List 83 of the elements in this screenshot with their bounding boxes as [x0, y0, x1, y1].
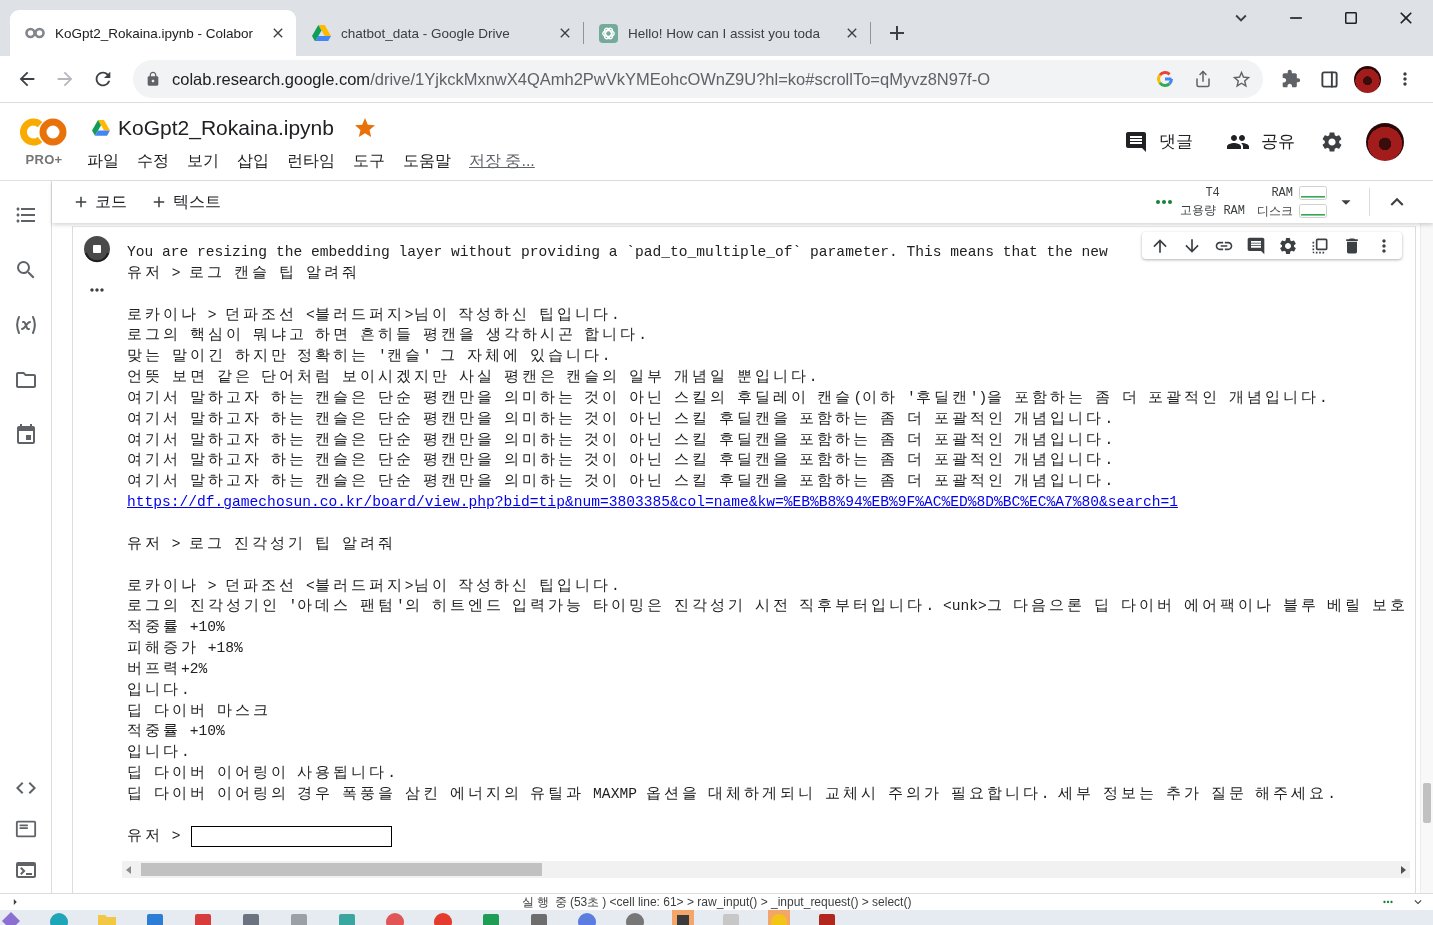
puzzle-icon[interactable]	[1281, 69, 1301, 89]
usage-graph-icon	[1299, 204, 1327, 218]
output-line: You are resizing the embedding layer without providing a `pad_to_multiple_of` parameter. This means that the new	[127, 243, 1108, 262]
app-icon[interactable]	[384, 910, 406, 925]
output-line: 언뜻 보면 같은 단어처럼 보이시겠지만 사실 평캔은 캔슬의 일부 개념일 뿐입니다.	[127, 368, 818, 388]
status-text: 실행 중(53초) <cell line: 61> > raw_input() > _input_request() > select()	[521, 894, 912, 910]
menu-item[interactable]: 수정	[137, 151, 169, 172]
g-logo-icon[interactable]	[1156, 70, 1174, 88]
knot-logo-icon	[599, 23, 618, 43]
browser-tab[interactable]: chatbot_data - Google Drive	[297, 10, 583, 56]
output-line: 딥 다이버 이어링의 경우 폭풍을 삼킨 에너지의 유틸과 MAXMP 옵션을 대체하게되니 교체시 주의가 필요합니다. 세부 정보는 추가 질문 해주세요.	[127, 784, 1337, 804]
horizontal-scrollbar[interactable]	[122, 861, 1410, 879]
memory-type-label[interactable]: 고용량 RAM	[1180, 202, 1245, 220]
output-line: 로그의 핵심이 뭐냐고 하면 흔히들 평캔을 생각하시곤 합니다.	[127, 326, 648, 346]
side-panel-icon[interactable]	[1319, 69, 1339, 89]
output-line: 버프력+2%	[127, 659, 208, 679]
menu-item[interactable]: 도움말	[403, 151, 451, 172]
output-line: 여기서 말하고자 하는 캔슬은 단순 평캔만을 의미하는 것이 아닌 스킬의 후딜레이 캔슬(이하 '후딜캔')을 포함하는 좀 더 포괄적인 개념입니다.	[127, 388, 1328, 408]
menu-item[interactable]: 도구	[353, 151, 385, 172]
output-line: 여기서 말하고자 하는 캔슬은 단순 평캔만을 의미하는 것이 아닌 스킬 후딜캔을 포함하는 좀 더 포괄적인 개념입니다.	[127, 409, 1114, 429]
output-line: 딥 다이버 마스크	[127, 701, 271, 721]
comment-icon[interactable]	[1246, 235, 1266, 256]
plan-badge-text: PRO+	[25, 152, 63, 167]
avatar-icon[interactable]	[1353, 65, 1381, 93]
menu-item[interactable]: 런타임	[287, 151, 335, 172]
add-text-button[interactable]: 텍스트	[144, 187, 227, 217]
rings-logo-icon	[25, 27, 45, 39]
notebook-title[interactable]: KoGpt2_Rokaina.ipynb	[118, 116, 334, 140]
usage-graph-icon	[1299, 186, 1327, 200]
vertical-scrollbar[interactable]	[1420, 223, 1433, 893]
avatar-icon[interactable]	[1366, 122, 1404, 161]
settings-icon[interactable]	[1278, 235, 1298, 256]
accelerator-label[interactable]: T4	[1205, 184, 1220, 202]
output-line: 로그의 진각성기인 '아데스 팬텀'의 히트엔드 입력가능 타이밍은 진각성기 시전 직후부터입니다. <unk>그 다음으론 딥 다이버 에어팩이나 블루 베릴 보호	[127, 597, 1409, 617]
output-line: 적중률 +10%	[127, 618, 225, 638]
add-code-button[interactable]: 코드	[66, 187, 133, 217]
menu-item[interactable]: 삽입	[237, 151, 269, 172]
save-status-link[interactable]: 저장 중...	[469, 151, 535, 172]
output-link[interactable]: https://df.gamechosun.co.kr/board/view.php?bid=tip&num=3803385&col=name&kw=%EB%B8%94%EB%9F%AC%ED%8D%BC%EC%A7%80&search=1	[127, 492, 1178, 513]
app-icon[interactable]	[432, 910, 454, 925]
tab-title: chatbot_data - Google Drive	[341, 25, 511, 41]
scrollbar-thumb[interactable]	[1423, 783, 1431, 823]
output-line: 맞는 말이긴 하지만 정확히는 '캔슬' 그 자체에 있습니다.	[127, 347, 611, 367]
browser-tab[interactable]: KoGpt2_Rokaina.ipynb - Colabor	[10, 10, 296, 56]
output-line: 여기서 말하고자 하는 캔슬은 단순 평캔만을 의미하는 것이 아닌 스킬 후딜캔을 포함하는 좀 더 포괄적인 개념입니다.	[127, 451, 1114, 471]
share-button[interactable]: 공유	[1218, 123, 1303, 160]
output-line: 여기서 말하고자 하는 캔슬은 단순 평캔만을 의미하는 것이 아닌 스킬 후딜캔을 포함하는 좀 더 포괄적인 개념입니다.	[127, 472, 1114, 492]
output-line: 로카이나 > 던파조선 <블러드퍼지>님이 작성하신 팁입니다.	[127, 576, 620, 596]
output-line: 딥 다이버 이어링이 사용됩니다.	[127, 764, 397, 784]
tab-title: Hello! How can I assist you toda	[628, 25, 822, 41]
scrollbar-thumb[interactable]	[141, 863, 542, 877]
comment-icon	[1124, 129, 1148, 154]
stop-icon[interactable]	[82, 235, 111, 263]
app-icon[interactable]	[576, 910, 598, 925]
share-icon[interactable]	[1194, 70, 1212, 88]
tab-title: KoGpt2_Rokaina.ipynb - Colabor	[55, 25, 255, 41]
output-line: 피해증가 +18%	[127, 639, 243, 659]
output-line: 유저 > 로그 진각성기 팁 알려줘	[127, 534, 396, 554]
variables-icon[interactable]	[13, 313, 38, 337]
app-icon[interactable]	[672, 910, 694, 925]
output-line: 입니다.	[127, 680, 190, 700]
output-line: 유저 > 로그 캔슬 팁 알려줘	[127, 263, 360, 283]
settings-icon[interactable]	[1320, 129, 1344, 154]
star-icon[interactable]	[353, 116, 377, 140]
prompt-label: 유저 >	[127, 826, 181, 846]
output-line: 로카이나 > 던파조선 <블러드퍼지>님이 작성하신 팁입니다.	[127, 305, 620, 325]
menu-item[interactable]: 파일	[87, 151, 119, 172]
meter-label: RAM	[1271, 186, 1293, 200]
menu-item[interactable]: 보기	[187, 151, 219, 172]
browser-tab[interactable]: Hello! How can I assist you toda	[584, 10, 870, 56]
output-line: 입니다.	[127, 743, 190, 763]
input-field[interactable]	[190, 825, 392, 847]
list-box-icon[interactable]	[14, 818, 37, 840]
address-bar[interactable]: colab.research.google.com/drive/1YjkckMxnwX4QAmh2PwVkYMEohcOWnZ9U?hl=ko#scrollTo=qMyvz8N97f-O	[133, 60, 1263, 98]
app-icon[interactable]	[624, 910, 646, 925]
output-line: 적중률 +10%	[127, 722, 225, 742]
output-line: 여기서 말하고자 하는 캔슬은 단순 평캔만을 의미하는 것이 아닌 스킬 후딜캔을 포함하는 좀 더 포괄적인 개념입니다.	[127, 430, 1114, 450]
meter-label: 디스크	[1257, 203, 1293, 220]
star-icon[interactable]	[1230, 68, 1252, 90]
triangle-logo-icon	[312, 24, 331, 42]
comments-button[interactable]: 댓글	[1116, 123, 1201, 160]
lock-icon[interactable]	[145, 71, 161, 87]
triangle-logo-icon	[92, 120, 110, 136]
